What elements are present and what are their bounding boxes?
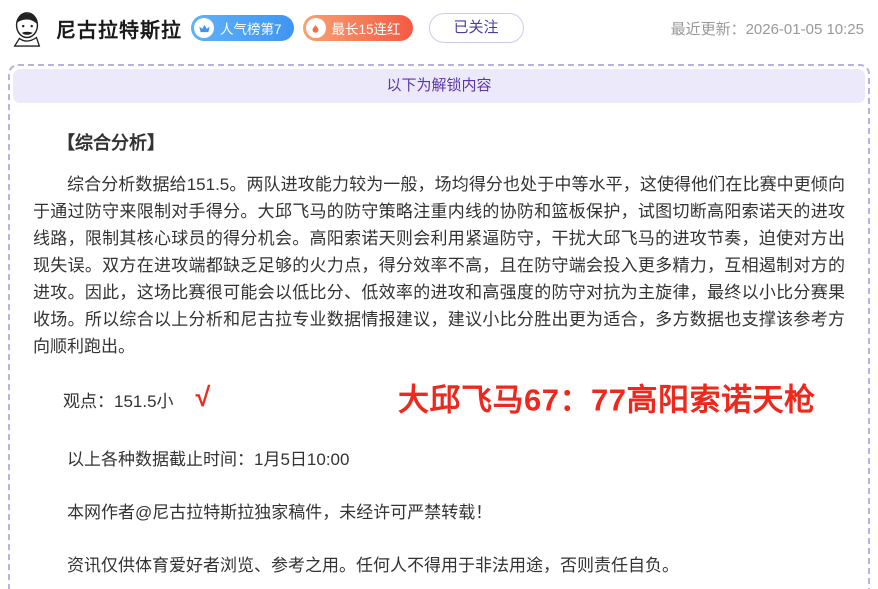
unlock-banner: 以下为解锁内容 (13, 69, 865, 103)
final-score-text: 大邱飞马67：77高阳索诺天枪 (398, 374, 815, 419)
author-name: 尼古拉特斯拉 (56, 14, 182, 43)
data-cutoff-line: 以上各种数据截止时间：1月5日10:00 (33, 446, 845, 473)
analysis-paragraph: 综合分析数据给151.5。两队进攻能力较为一般，场均得分也处于中等水平，这使得他… (33, 171, 845, 360)
expert-article-page: 尼古拉特斯拉 人气榜第7 最长15连红 已关注 最近更新：2026-01-05 … (0, 0, 878, 589)
disclaimer-line: 资讯仅供体育爱好者浏览、参考之用。任何人不得用于非法用途，否则责任自负。 (33, 552, 845, 579)
win-checkmark: √ (196, 382, 211, 413)
flame-icon (306, 18, 326, 38)
header: 尼古拉特斯拉 人气榜第7 最长15连红 已关注 最近更新：2026-01-05 … (0, 0, 878, 56)
viewpoint-value: 151.5小 (114, 392, 174, 411)
viewpoint-row: 观点：151.5小 √ 大邱飞马67：77高阳索诺天枪 (33, 378, 845, 420)
update-time: 最近更新：2026-01-05 10:25 (671, 18, 864, 39)
crown-icon (194, 18, 214, 38)
article-body: 【综合分析】 综合分析数据给151.5。两队进攻能力较为一般，场均得分也处于中等… (13, 103, 865, 589)
popularity-badge-label: 人气榜第7 (220, 18, 282, 38)
followed-button[interactable]: 已关注 (429, 13, 524, 43)
streak-badge: 最长15连红 (303, 15, 413, 41)
viewpoint-text: 观点：151.5小 (63, 387, 174, 412)
unlocked-content-box: 以下为解锁内容 【综合分析】 综合分析数据给151.5。两队进攻能力较为一般，场… (8, 64, 870, 589)
streak-badge-label: 最长15连红 (332, 18, 401, 38)
avatar[interactable] (8, 9, 46, 47)
popularity-badge: 人气榜第7 (191, 15, 294, 41)
copyright-line: 本网作者@尼古拉特斯拉独家稿件，未经许可严禁转载！ (33, 499, 845, 526)
section-title: 【综合分析】 (33, 129, 845, 155)
viewpoint-label: 观点： (63, 392, 114, 411)
